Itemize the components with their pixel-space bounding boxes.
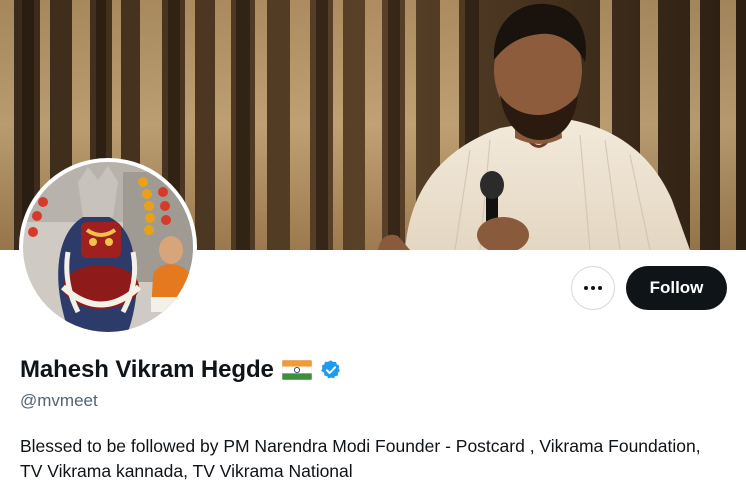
india-flag-icon <box>281 360 312 380</box>
verified-badge-icon[interactable] <box>320 359 342 381</box>
profile-page: Follow Mahesh Vikram Hegde @mvmeet Bless… <box>0 0 746 487</box>
profile-name-row: Mahesh Vikram Hegde <box>20 356 342 384</box>
display-name: Mahesh Vikram Hegde <box>20 356 274 383</box>
profile-avatar[interactable] <box>19 158 197 336</box>
more-options-button[interactable] <box>571 266 615 310</box>
dot <box>598 286 602 290</box>
more-options-icon <box>584 286 602 290</box>
profile-bio: Blessed to be followed by PM Narendra Mo… <box>20 436 701 481</box>
profile-handle: @mvmeet <box>20 391 98 410</box>
follow-button-label: Follow <box>649 278 704 297</box>
dot <box>584 286 588 290</box>
follow-button[interactable]: Follow <box>626 266 727 310</box>
avatar-image <box>23 162 193 332</box>
dot <box>591 286 595 290</box>
